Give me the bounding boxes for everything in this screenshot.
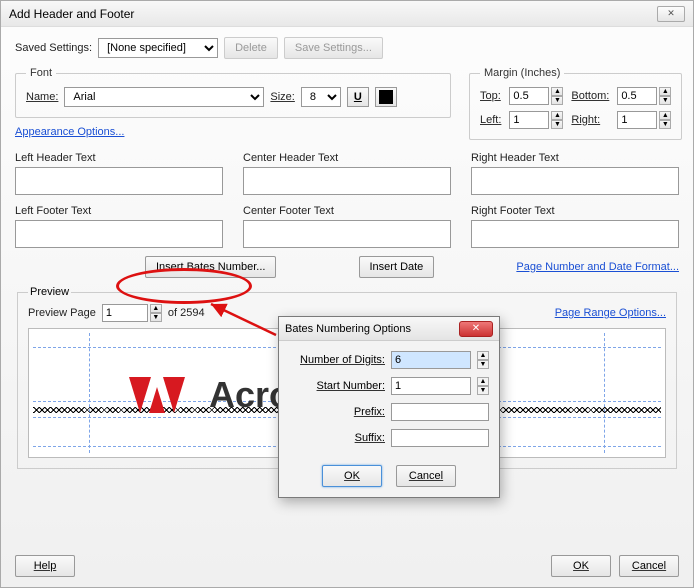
spin-down-icon[interactable]: ▼ [477, 360, 489, 369]
spin-up-icon[interactable]: ▲ [659, 111, 671, 120]
titlebar: Add Header and Footer ✕ [1, 1, 693, 27]
page-number-date-format-link[interactable]: Page Number and Date Format... [516, 261, 679, 273]
spin-down-icon[interactable]: ▼ [659, 120, 671, 129]
right-footer-label: Right Footer Text [471, 205, 679, 217]
suffix-label: Suffix: [289, 432, 385, 444]
preview-legend: Preview [28, 286, 71, 298]
center-header-input[interactable] [243, 167, 451, 195]
suffix-input[interactable] [391, 429, 489, 447]
margin-bottom-label: Bottom: [571, 90, 609, 102]
spin-up-icon[interactable]: ▲ [659, 87, 671, 96]
saved-settings-label: Saved Settings: [15, 42, 92, 54]
insert-row: Insert Bates Number... Insert Date Page … [15, 256, 679, 278]
margin-top-input[interactable] [509, 87, 549, 105]
spin-down-icon[interactable]: ▼ [477, 386, 489, 395]
left-header-label: Left Header Text [15, 152, 223, 164]
font-name-select[interactable]: Arial [64, 87, 264, 107]
digits-input[interactable] [391, 351, 471, 369]
font-legend: Font [26, 67, 56, 79]
modal-titlebar: Bates Numbering Options ✕ [279, 317, 499, 341]
right-header-input[interactable] [471, 167, 679, 195]
close-icon[interactable]: ✕ [657, 6, 685, 22]
center-footer-input[interactable] [243, 220, 451, 248]
margin-bottom-input[interactable] [617, 87, 657, 105]
start-label: Start Number: [289, 380, 385, 392]
ok-button[interactable]: OK [551, 555, 611, 577]
font-name-label: Name: [26, 91, 58, 103]
font-size-label: Size: [270, 91, 294, 103]
underline-button[interactable]: U [347, 87, 369, 107]
preview-page-total: of 2594 [168, 307, 205, 319]
margin-group: Margin (Inches) Top: ▲▼ Bottom: ▲▼ Left:… [469, 67, 682, 140]
prefix-label: Prefix: [289, 406, 385, 418]
margin-right-label: Right: [571, 114, 609, 126]
save-settings-button[interactable]: Save Settings... [284, 37, 383, 59]
saved-settings-row: Saved Settings: [None specified] Delete … [15, 37, 679, 59]
modal-title: Bates Numbering Options [285, 323, 459, 335]
spin-up-icon[interactable]: ▲ [150, 304, 162, 313]
header-footer-grid: Left Header Text Center Header Text Righ… [15, 152, 679, 248]
spin-down-icon[interactable]: ▼ [150, 313, 162, 322]
right-footer-input[interactable] [471, 220, 679, 248]
dialog-add-header-footer: Add Header and Footer ✕ Saved Settings: … [0, 0, 694, 588]
cancel-button[interactable]: Cancel [619, 555, 679, 577]
window-title: Add Header and Footer [9, 7, 657, 21]
spin-up-icon[interactable]: ▲ [551, 87, 563, 96]
spin-up-icon[interactable]: ▲ [477, 351, 489, 360]
preview-page-input[interactable] [102, 304, 148, 322]
spin-down-icon[interactable]: ▼ [551, 96, 563, 105]
start-input[interactable] [391, 377, 471, 395]
left-footer-label: Left Footer Text [15, 205, 223, 217]
color-swatch-icon [379, 90, 393, 104]
spin-down-icon[interactable]: ▼ [659, 96, 671, 105]
font-size-select[interactable]: 8 [301, 87, 341, 107]
saved-settings-select[interactable]: [None specified] [98, 38, 218, 58]
font-color-button[interactable] [375, 87, 397, 107]
spin-up-icon[interactable]: ▲ [477, 377, 489, 386]
spin-down-icon[interactable]: ▼ [551, 120, 563, 129]
insert-bates-button[interactable]: Insert Bates Number... [145, 256, 276, 278]
appearance-options-link[interactable]: Appearance Options... [15, 126, 124, 138]
preview-page-label: Preview Page [28, 307, 96, 319]
margin-top-label: Top: [480, 90, 501, 102]
bates-numbering-dialog: Bates Numbering Options ✕ Number of Digi… [278, 316, 500, 498]
font-group: Font Name: Arial Size: 8 U [15, 67, 451, 118]
right-header-label: Right Header Text [471, 152, 679, 164]
help-button[interactable]: Help [15, 555, 75, 577]
modal-cancel-button[interactable]: Cancel [396, 465, 456, 487]
spin-up-icon[interactable]: ▲ [551, 111, 563, 120]
margin-legend: Margin (Inches) [480, 67, 564, 79]
page-range-options-link[interactable]: Page Range Options... [555, 307, 666, 319]
digits-label: Number of Digits: [289, 354, 385, 366]
adobe-logo-icon [129, 377, 185, 413]
center-header-label: Center Header Text [243, 152, 451, 164]
center-footer-label: Center Footer Text [243, 205, 451, 217]
dialog-content: Saved Settings: [None specified] Delete … [1, 27, 693, 587]
left-header-input[interactable] [15, 167, 223, 195]
insert-date-button[interactable]: Insert Date [359, 256, 435, 278]
margin-left-label: Left: [480, 114, 501, 126]
modal-ok-button[interactable]: OK [322, 465, 382, 487]
delete-button[interactable]: Delete [224, 37, 278, 59]
modal-close-icon[interactable]: ✕ [459, 321, 493, 337]
margin-right-input[interactable] [617, 111, 657, 129]
margin-left-input[interactable] [509, 111, 549, 129]
dialog-button-row: Help OK Cancel [15, 555, 679, 577]
left-footer-input[interactable] [15, 220, 223, 248]
prefix-input[interactable] [391, 403, 489, 421]
